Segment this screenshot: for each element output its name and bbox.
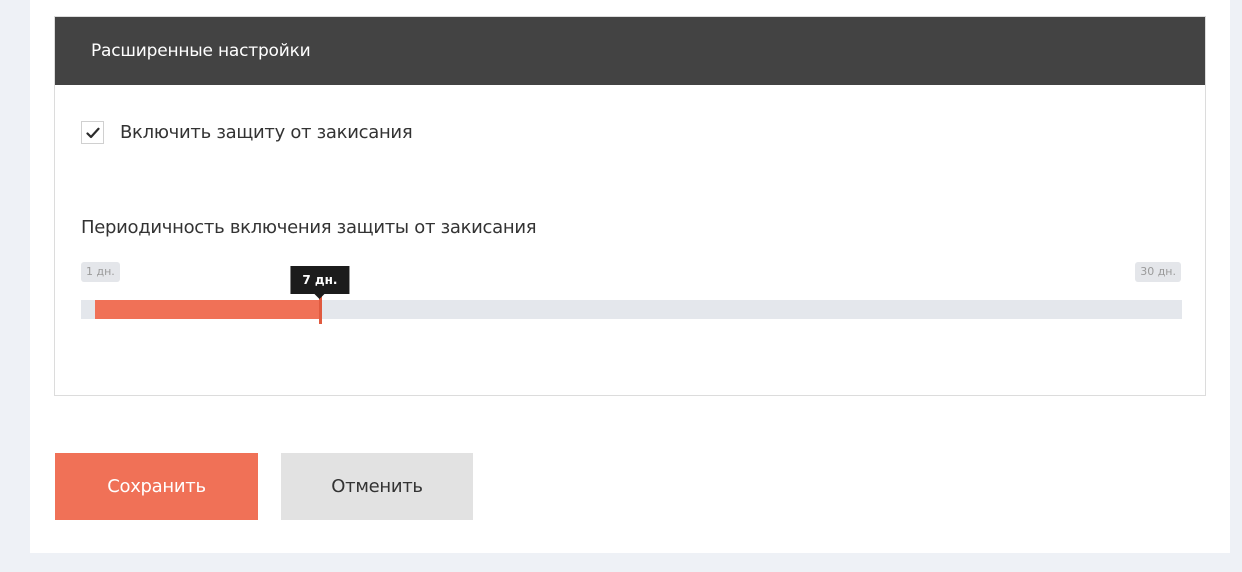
- checkmark-icon: [85, 127, 100, 138]
- settings-card: Расширенные настройки Включить защиту от…: [30, 0, 1230, 553]
- hang-protection-checkbox[interactable]: [81, 121, 104, 144]
- hang-protection-row[interactable]: Включить защиту от закисания: [81, 121, 413, 144]
- hang-protection-label[interactable]: Включить защиту от закисания: [120, 122, 413, 143]
- panel-title: Расширенные настройки: [55, 17, 1205, 85]
- save-button[interactable]: Сохранить: [55, 453, 258, 520]
- slider-title: Периодичность включения защиты от закиса…: [81, 217, 537, 238]
- slider-value-tooltip: 7 дн.: [290, 266, 350, 299]
- slider-min-label: 1 дн.: [81, 262, 120, 282]
- slider-fill: [95, 300, 320, 319]
- cancel-button[interactable]: Отменить: [281, 453, 473, 520]
- period-slider[interactable]: 7 дн.: [81, 266, 1182, 324]
- slider-max-label: 30 дн.: [1135, 262, 1181, 282]
- advanced-settings-panel: Расширенные настройки Включить защиту от…: [54, 16, 1206, 396]
- slider-handle[interactable]: [318, 295, 322, 324]
